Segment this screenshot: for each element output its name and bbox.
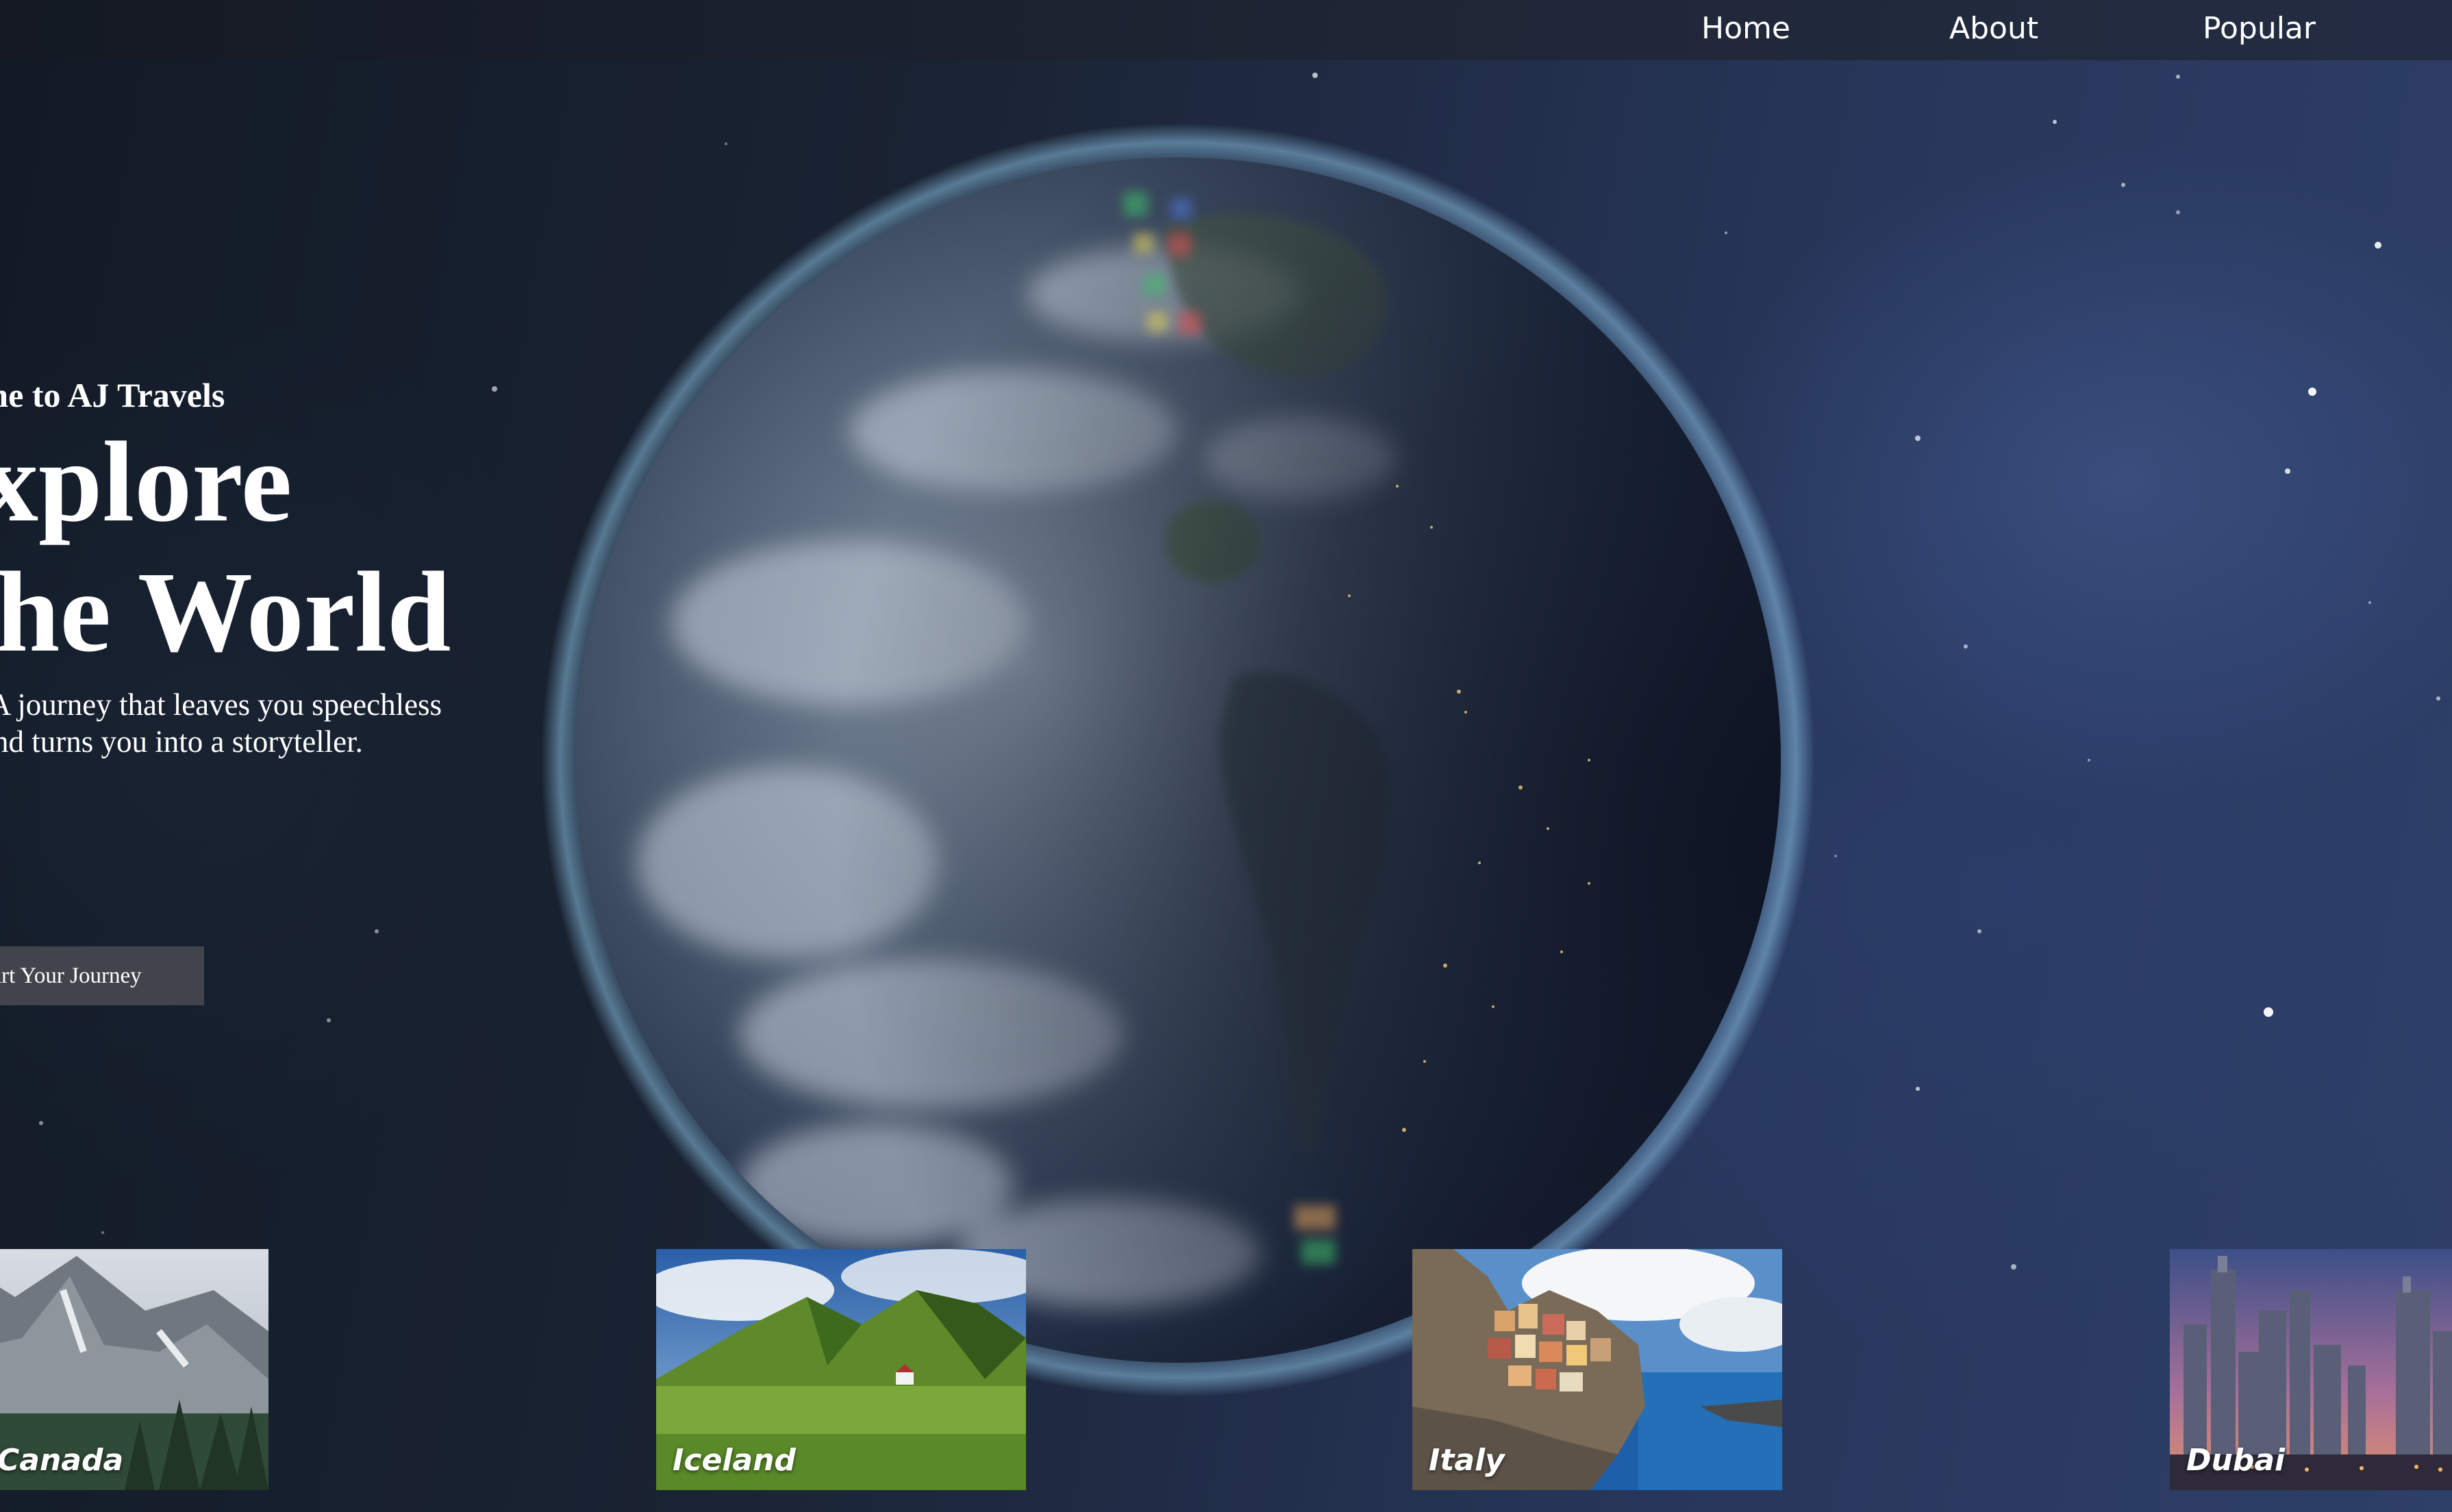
hero-title-line1: Explore bbox=[0, 418, 292, 546]
destination-card-canada[interactable]: Canada bbox=[0, 1249, 268, 1490]
destination-label: Italy bbox=[1429, 1443, 1505, 1478]
nav-about-link[interactable]: About bbox=[1949, 11, 2038, 46]
hero-section: Welcome to AJ Travels Explore The World … bbox=[0, 0, 2452, 1512]
destination-card-dubai[interactable]: Dubai bbox=[2170, 1249, 2452, 1490]
start-journey-button[interactable]: Start Your Journey bbox=[0, 946, 204, 1005]
hero-title-line2: The World bbox=[0, 549, 451, 676]
hero-welcome-text: Welcome to AJ Travels bbox=[0, 376, 225, 414]
hero-subtitle: A journey that leaves you speechless and… bbox=[0, 686, 442, 760]
nav-home-link[interactable]: Home bbox=[1701, 11, 1790, 46]
nav-popular-link[interactable]: Popular bbox=[2203, 11, 2316, 46]
destination-label: Iceland bbox=[673, 1443, 796, 1478]
destination-card-iceland[interactable]: Iceland bbox=[656, 1249, 1026, 1490]
top-navbar: Home About Popular bbox=[0, 0, 2452, 60]
destination-card-italy[interactable]: Italy bbox=[1412, 1249, 1782, 1490]
destination-label: Dubai bbox=[2186, 1443, 2286, 1478]
hero-subtitle-line1: A journey that leaves you speechless bbox=[0, 688, 442, 722]
hero-subtitle-line2: and turns you into a storyteller. bbox=[0, 724, 363, 759]
destination-label: Canada bbox=[0, 1443, 124, 1478]
